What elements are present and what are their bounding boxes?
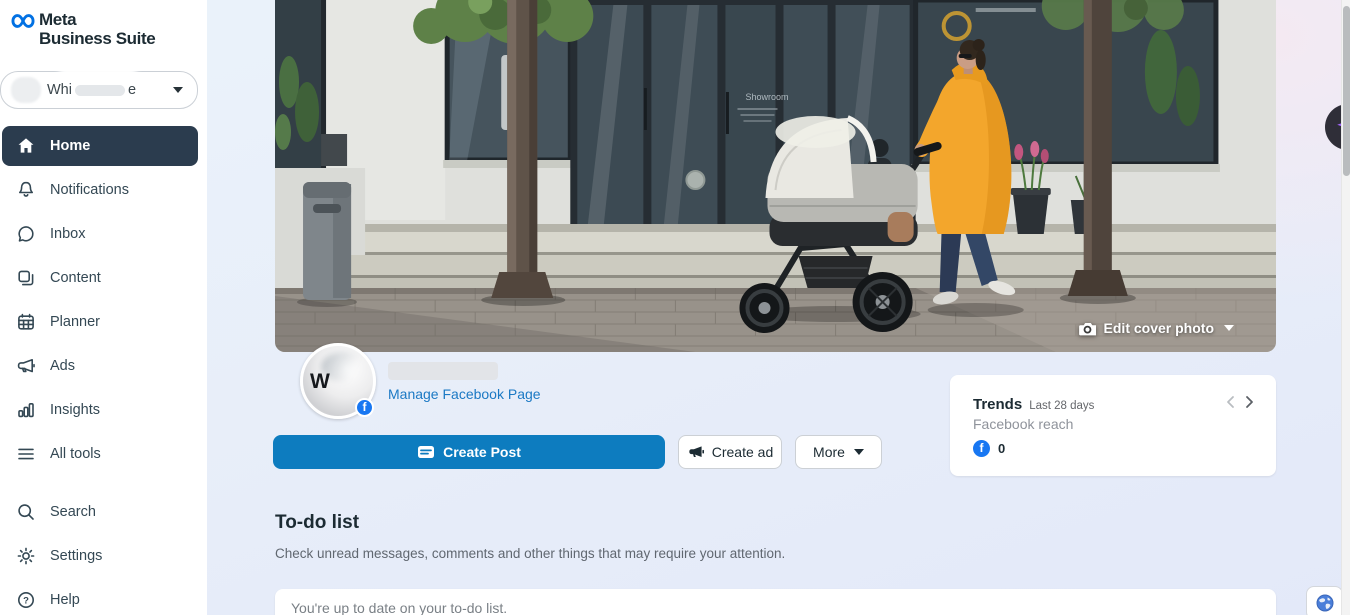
create-ad-button[interactable]: Create ad (678, 435, 782, 469)
sidebar-item-help[interactable]: ? Help (2, 580, 198, 615)
sidebar-item-label: Insights (50, 402, 100, 418)
business-switcher-dropdown[interactable]: Whi e (0, 71, 198, 109)
sidebar-item-insights[interactable]: Insights (2, 390, 198, 430)
content-pages-icon (16, 268, 36, 288)
calendar-icon (16, 312, 36, 332)
edit-cover-photo-button[interactable]: Edit cover photo (1078, 320, 1234, 336)
sidebar-item-label: Help (50, 592, 80, 608)
create-ad-label: Create ad (712, 444, 773, 460)
sidebar-item-label: Notifications (50, 182, 129, 198)
cover-photo-scene: Showroom (275, 0, 1276, 352)
avatar-letter: W (310, 370, 330, 394)
sidebar-item-label: All tools (50, 446, 101, 462)
chevron-down-icon (173, 87, 183, 93)
megaphone-icon (687, 443, 705, 461)
sidebar-item-label: Inbox (50, 226, 85, 242)
bell-icon (16, 180, 36, 200)
sidebar-item-notifications[interactable]: Notifications (2, 170, 198, 210)
trends-card: Trends Last 28 days Facebook reach f 0 (950, 375, 1276, 476)
sidebar-item-planner[interactable]: Planner (2, 302, 198, 342)
sidebar-item-content[interactable]: Content (2, 258, 198, 298)
trends-metric-label: Facebook reach (973, 416, 1254, 432)
camera-icon (1078, 321, 1096, 336)
megaphone-icon (16, 356, 36, 376)
nav-section-gap (0, 478, 207, 492)
facebook-icon: f (355, 398, 374, 417)
bar-chart-icon (16, 400, 36, 420)
todo-list-description: Check unread messages, comments and othe… (275, 546, 785, 561)
sidebar-item-home[interactable]: Home (2, 126, 198, 166)
chevron-down-icon (854, 449, 864, 455)
help-icon: ? (16, 590, 36, 610)
todo-empty-state: You're up to date on your to-do list. (291, 600, 507, 615)
sidebar-item-label: Home (50, 138, 90, 154)
sidebar-item-label: Planner (50, 314, 100, 330)
sidebar-item-ads[interactable]: Ads (2, 346, 198, 386)
cover-photo: Showroom (275, 0, 1276, 352)
chevron-left-icon[interactable] (1226, 395, 1235, 409)
business-name-blurred (75, 85, 125, 96)
meta-logo[interactable]: Meta Business Suite (10, 10, 155, 48)
more-button[interactable]: More (795, 435, 882, 469)
menu-lines-icon (16, 444, 36, 464)
trends-facebook-value: 0 (998, 441, 1005, 456)
sidebar-nav: Home Notifications Inbox Content Planner… (0, 126, 207, 615)
scrollbar-thumb[interactable] (1343, 6, 1350, 176)
trends-title: Trends (973, 396, 1022, 413)
trends-period: Last 28 days (1029, 400, 1094, 412)
svg-text:?: ? (23, 596, 29, 607)
page-scrollbar[interactable] (1341, 0, 1350, 615)
svg-text:Showroom: Showroom (745, 92, 788, 102)
meta-infinity-icon (10, 12, 36, 30)
sidebar-item-label: Content (50, 270, 101, 286)
edit-cover-photo-label: Edit cover photo (1104, 320, 1214, 336)
sidebar-item-inbox[interactable]: Inbox (2, 214, 198, 254)
more-label: More (813, 444, 845, 460)
meta-business-suite-app: Meta Business Suite Whi e Home Notificat… (0, 0, 1350, 615)
create-post-label: Create Post (443, 444, 521, 460)
create-post-button[interactable]: Create Post (273, 435, 665, 469)
chevron-down-icon (1224, 325, 1234, 331)
blur-smudge (59, 63, 137, 80)
business-name-suffix: e (128, 82, 136, 98)
sidebar-item-all-tools[interactable]: All tools (2, 434, 198, 474)
language-selector-button[interactable] (1306, 586, 1343, 615)
sidebar: Meta Business Suite Whi e Home Notificat… (0, 0, 207, 615)
business-avatar-blurred (11, 77, 41, 103)
page-name-blurred (388, 362, 498, 380)
page-avatar[interactable]: W f (300, 343, 376, 419)
todo-list-card: You're up to date on your to-do list. (275, 589, 1276, 615)
action-button-row: Create Post Create ad More (273, 435, 882, 469)
facebook-icon: f (973, 440, 990, 457)
sidebar-item-search[interactable]: Search (2, 492, 198, 532)
gear-icon (16, 546, 36, 566)
sidebar-item-label: Settings (50, 548, 102, 564)
chevron-right-icon[interactable] (1245, 395, 1254, 409)
post-icon (417, 443, 435, 461)
todo-list-heading: To-do list (275, 512, 359, 534)
home-icon (16, 136, 36, 156)
manage-facebook-page-link[interactable]: Manage Facebook Page (388, 386, 541, 402)
business-name-prefix: Whi (47, 82, 72, 98)
globe-icon (1315, 593, 1335, 613)
brand-name: Meta Business Suite (39, 10, 155, 48)
chat-bubble-icon (16, 224, 36, 244)
sidebar-item-label: Search (50, 504, 96, 520)
sidebar-item-settings[interactable]: Settings (2, 536, 198, 576)
search-icon (16, 502, 36, 522)
sidebar-item-label: Ads (50, 358, 75, 374)
